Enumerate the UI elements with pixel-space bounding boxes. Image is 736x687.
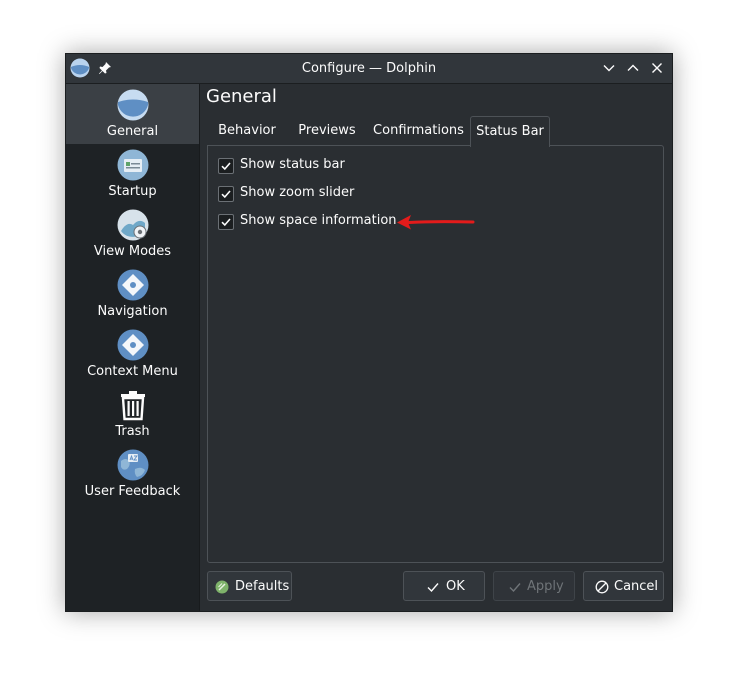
sidebar-item-label: General — [106, 124, 159, 139]
sidebar-item-user-feedback[interactable]: User Feedback — [66, 444, 199, 504]
checkmark-icon — [509, 583, 521, 593]
red-arrow-annotation-icon — [397, 215, 475, 230]
user-feedback-icon — [117, 449, 149, 481]
checkmark-icon — [427, 583, 439, 593]
sidebar-item-view-modes[interactable]: View Modes — [66, 204, 199, 264]
show-space-information-checkbox[interactable] — [218, 214, 234, 230]
title-bar[interactable]: Configure — Dolphin — [66, 54, 672, 84]
sidebar-item-navigation[interactable]: Navigation — [66, 264, 199, 324]
cancel-label: Cancel — [614, 579, 659, 594]
apply-button[interactable]: Apply — [493, 571, 575, 601]
sidebar-item-label: View Modes — [93, 244, 172, 259]
maximize-chevron-up-icon[interactable] — [625, 60, 641, 76]
sidebar-item-context-menu[interactable]: Context Menu — [66, 324, 199, 384]
category-sidebar: General Startup View Modes Navigation Co… — [66, 84, 200, 611]
checkmark-icon — [221, 162, 231, 171]
checkmark-icon — [221, 190, 231, 199]
show-status-bar-label[interactable]: Show status bar — [240, 157, 345, 172]
sidebar-item-startup[interactable]: Startup — [66, 144, 199, 204]
minimize-chevron-down-icon[interactable] — [601, 60, 617, 76]
status-bar-tab-panel: Show status bar Show zoom slider Show sp… — [207, 145, 664, 563]
sidebar-item-label: Context Menu — [87, 364, 178, 379]
window-title: Configure — Dolphin — [301, 61, 437, 76]
checkmark-icon — [221, 218, 231, 227]
view-modes-icon — [117, 209, 149, 241]
ok-label: OK — [446, 579, 465, 594]
tab-status-bar[interactable]: Status Bar — [470, 116, 550, 147]
context-menu-icon — [117, 329, 149, 361]
tab-previews[interactable]: Previews — [287, 116, 367, 145]
page-title: General — [206, 86, 277, 107]
navigation-icon — [117, 269, 149, 301]
close-icon[interactable] — [649, 60, 665, 76]
folder-icon — [117, 89, 149, 121]
sidebar-item-label: Navigation — [97, 304, 168, 319]
defaults-label: Defaults — [235, 579, 290, 594]
defaults-button[interactable]: Defaults — [207, 571, 292, 601]
sidebar-item-general[interactable]: General — [66, 84, 199, 144]
tab-behavior[interactable]: Behavior — [207, 116, 287, 145]
ok-button[interactable]: OK — [403, 571, 485, 601]
startup-icon — [117, 149, 149, 181]
cancel-icon — [595, 580, 609, 594]
cancel-button[interactable]: Cancel — [583, 571, 664, 601]
show-zoom-slider-label[interactable]: Show zoom slider — [240, 185, 354, 200]
configure-dialog: Configure — Dolphin General Startup View… — [65, 53, 673, 612]
tab-confirmations[interactable]: Confirmations — [367, 116, 470, 145]
sidebar-item-label: User Feedback — [84, 484, 181, 499]
show-zoom-slider-checkbox[interactable] — [218, 186, 234, 202]
defaults-icon — [215, 580, 229, 594]
show-status-bar-checkbox[interactable] — [218, 158, 234, 174]
apply-label: Apply — [527, 579, 564, 594]
trash-icon — [121, 391, 145, 421]
show-space-information-label[interactable]: Show space information — [240, 213, 397, 228]
sidebar-item-label: Trash — [115, 424, 150, 439]
sidebar-item-trash[interactable]: Trash — [66, 384, 199, 444]
sidebar-item-label: Startup — [108, 184, 157, 199]
